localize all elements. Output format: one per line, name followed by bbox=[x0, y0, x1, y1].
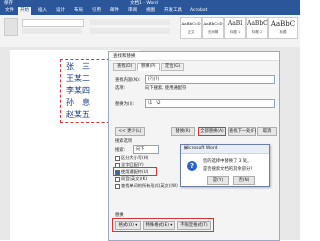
tab-design[interactable]: 设计 bbox=[54, 7, 67, 15]
ribbon: 保存 文档1 - Word 文件 开始 插入 设计 布局 引用 邮件 审阅 视图… bbox=[0, 0, 300, 48]
confirm-message-line1: 您的选择中替换了 3 处。 bbox=[203, 159, 252, 164]
no-button[interactable]: 否(N) bbox=[233, 176, 255, 185]
checkbox-box[interactable] bbox=[115, 176, 120, 182]
style-sample: AaBbC bbox=[247, 20, 268, 27]
question-icon: ? bbox=[187, 161, 197, 171]
find-next-button[interactable]: 查找下一处(F) bbox=[228, 127, 256, 136]
tab-replace[interactable]: 替换(P) bbox=[137, 63, 160, 71]
format-buttons-highlight bbox=[112, 218, 214, 232]
wildcards-highlight bbox=[113, 167, 157, 176]
confirm-message-line2: 是否搜索文档的其余部分? bbox=[203, 167, 253, 172]
checkbox-sounds-like[interactable]: 同音(英文)(K) bbox=[115, 176, 147, 182]
replace-input[interactable]: \1 \2 bbox=[145, 99, 275, 108]
tab-file[interactable]: 文件 bbox=[3, 7, 16, 15]
confirm-dialog: Microsoft Word ✕ ? 您的选择中替换了 3 处。 是否搜索文档的… bbox=[180, 144, 270, 187]
style-heading1[interactable]: AaBl 标题 1 bbox=[224, 17, 246, 39]
confirm-title-bar[interactable]: Microsoft Word ✕ bbox=[181, 145, 269, 154]
name-line: 孙 息 bbox=[66, 98, 90, 107]
tab-developer[interactable]: 开发工具 bbox=[162, 7, 184, 15]
tab-goto[interactable]: 定位(G) bbox=[161, 63, 185, 71]
style-name: 标题 1 bbox=[229, 30, 241, 34]
tab-view[interactable]: 视图 bbox=[144, 7, 157, 15]
paste-icon[interactable] bbox=[4, 18, 18, 36]
find-label: 查找内容(N): bbox=[115, 78, 141, 83]
style-normal[interactable]: AaBbCcD 正文 bbox=[180, 17, 202, 39]
tab-mailings[interactable]: 邮件 bbox=[108, 7, 121, 15]
checkbox-label: 区分大小写(H) bbox=[121, 155, 149, 160]
tab-layout[interactable]: 布局 bbox=[72, 7, 85, 15]
dialog-title-bar[interactable]: 查找和替换 bbox=[109, 52, 279, 61]
replace-label: 替换为(I): bbox=[115, 102, 134, 107]
ribbon-tabs: 文件 开始 插入 设计 布局 引用 邮件 审阅 视图 开发工具 Acrobat bbox=[0, 7, 300, 15]
style-sample: AaBl bbox=[227, 20, 243, 27]
name-line: 李某四 bbox=[66, 86, 90, 95]
selected-names-box: 张 三 王某二 李某四 孙 息 赵某五 bbox=[60, 59, 115, 123]
tab-find[interactable]: 查找(D) bbox=[113, 63, 137, 71]
dialog-title: 查找和替换 bbox=[113, 54, 136, 59]
font-format-toolbar[interactable] bbox=[22, 28, 82, 34]
save-button[interactable]: 保存 bbox=[4, 0, 13, 7]
cancel-button[interactable]: 取消 bbox=[257, 127, 277, 136]
style-title[interactable]: AaBbC 标题 bbox=[268, 17, 298, 39]
yes-button[interactable]: 是(Y) bbox=[207, 176, 229, 185]
replace-button[interactable]: 替换(R) bbox=[171, 127, 195, 136]
checkbox-box[interactable] bbox=[115, 183, 120, 189]
style-no-spacing[interactable]: AaBbCcD 无间隔 bbox=[202, 17, 224, 39]
tab-insert[interactable]: 插入 bbox=[36, 7, 49, 15]
options-value: 向下搜索, 使用通配符 bbox=[145, 86, 187, 91]
title-bar: 保存 文档1 - Word bbox=[0, 0, 300, 7]
tab-acrobat[interactable]: Acrobat bbox=[188, 7, 209, 15]
font-name-box[interactable] bbox=[22, 19, 84, 27]
find-input[interactable]: (?)(?) bbox=[145, 75, 275, 84]
checkbox-label: 查找单词的所有形式(英文)(W) bbox=[121, 183, 178, 188]
close-icon[interactable]: ✕ bbox=[184, 146, 267, 154]
search-label: 搜索: bbox=[115, 148, 126, 153]
style-name: 无间隔 bbox=[207, 30, 219, 34]
checkbox-label: 同音(英文)(K) bbox=[121, 176, 148, 181]
checkbox-word-forms[interactable]: 查找单词的所有形式(英文)(W) bbox=[115, 183, 178, 189]
name-line: 张 三 bbox=[66, 62, 90, 71]
replace-all-button[interactable]: 全部替换(A) bbox=[198, 127, 226, 136]
less-button[interactable]: << 更少(L) bbox=[115, 127, 145, 136]
style-sample: AaBbC bbox=[270, 20, 296, 28]
checkbox-box[interactable] bbox=[115, 155, 120, 161]
style-sample: AaBbCcD bbox=[203, 21, 223, 26]
style-name: 正文 bbox=[187, 30, 195, 34]
style-heading2[interactable]: AaBbC 标题 2 bbox=[246, 17, 268, 39]
style-sample: AaBbCcD bbox=[181, 21, 201, 26]
style-name: 标题 2 bbox=[251, 30, 263, 34]
tab-home[interactable]: 开始 bbox=[18, 7, 31, 15]
paragraph-toolbar[interactable] bbox=[90, 19, 170, 25]
checkbox-match-case[interactable]: 区分大小写(H) bbox=[115, 155, 148, 161]
search-direction-select[interactable]: 向下 bbox=[133, 145, 159, 154]
name-line: 王某二 bbox=[66, 74, 90, 83]
tab-references[interactable]: 引用 bbox=[90, 7, 103, 15]
paragraph-toolbar-2[interactable] bbox=[90, 28, 170, 34]
tab-review[interactable]: 审阅 bbox=[126, 7, 139, 15]
search-options-label: 搜索选项 bbox=[115, 139, 133, 144]
style-name: 标题 bbox=[279, 30, 287, 34]
window-title: 文档1 - Word bbox=[130, 1, 158, 6]
options-label: 选项: bbox=[115, 86, 126, 91]
name-line: 赵某五 bbox=[66, 110, 90, 119]
